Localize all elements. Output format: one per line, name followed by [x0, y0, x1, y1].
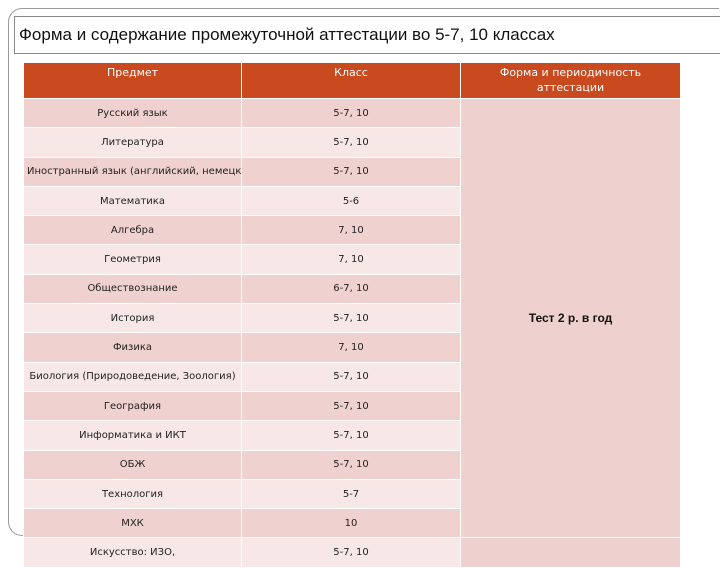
subject-cell: Информатика и ИКТ	[23, 420, 242, 451]
table-row: Искусство: ИЗО, 5-7, 10	[23, 537, 681, 568]
header-grade: Класс	[241, 62, 461, 99]
subject-cell: Физика	[23, 332, 242, 363]
subject-cell: География	[23, 390, 242, 422]
subject-cell: Технология	[23, 478, 242, 510]
subject-cell: Русский язык	[23, 97, 242, 129]
subject-cell: История	[23, 303, 242, 334]
grade-cell: 10	[241, 508, 461, 539]
header-form: Форма и периодичность аттестации	[460, 62, 681, 99]
subject-cell: Геометрия	[23, 244, 242, 275]
subject-cell: Литература	[23, 127, 242, 158]
grade-cell: 5-7, 10	[241, 420, 461, 451]
subject-cell: Математика	[23, 185, 242, 217]
table-row: Русский язык 5-7, 10 Тест 2 р. в год	[23, 97, 681, 539]
grade-cell: 7, 10	[241, 244, 461, 275]
grade-cell: 5-7, 10	[241, 97, 461, 129]
table-header-row: Предмет Класс Форма и периодичность атте…	[23, 62, 681, 99]
subject-cell: МХК	[23, 508, 242, 539]
subject-cell: Алгебра	[23, 215, 242, 246]
grade-cell: 5-7, 10	[241, 156, 461, 187]
grade-cell: 7, 10	[241, 215, 461, 246]
grade-cell: 7, 10	[241, 332, 461, 363]
grade-cell: 6-7, 10	[241, 273, 461, 305]
header-subject: Предмет	[23, 62, 242, 99]
grade-cell: 5-7, 10	[241, 361, 461, 392]
grade-cell: 5-7	[241, 478, 461, 510]
grade-cell: 5-7, 10	[241, 390, 461, 422]
subject-cell: Искусство: ИЗО,	[23, 537, 242, 568]
grade-cell: 5-7, 10	[241, 127, 461, 158]
grade-cell: 5-6	[241, 185, 461, 217]
form-merged-cell: Тест 2 р. в год	[460, 97, 681, 539]
subject-cell: Обществознание	[23, 273, 242, 305]
form-cell	[460, 537, 681, 568]
table-body: Русский язык 5-7, 10 Тест 2 р. в год Литера…	[23, 97, 681, 568]
slide-title: Форма и содержание промежуточной аттеста…	[19, 25, 555, 44]
right-margin	[680, 62, 720, 540]
title-bar: Форма и содержание промежуточной аттеста…	[14, 16, 720, 54]
grade-cell: 5-7, 10	[241, 449, 461, 480]
subject-cell: Иностранный язык (английский, немецкий)	[23, 156, 242, 187]
grade-cell: 5-7, 10	[241, 537, 461, 568]
attestation-table: Предмет Класс Форма и периодичность атте…	[23, 62, 681, 568]
subject-cell: ОБЖ	[23, 449, 242, 480]
grade-cell: 5-7, 10	[241, 303, 461, 334]
subject-cell: Биология (Природоведение, Зоология)	[23, 361, 242, 392]
